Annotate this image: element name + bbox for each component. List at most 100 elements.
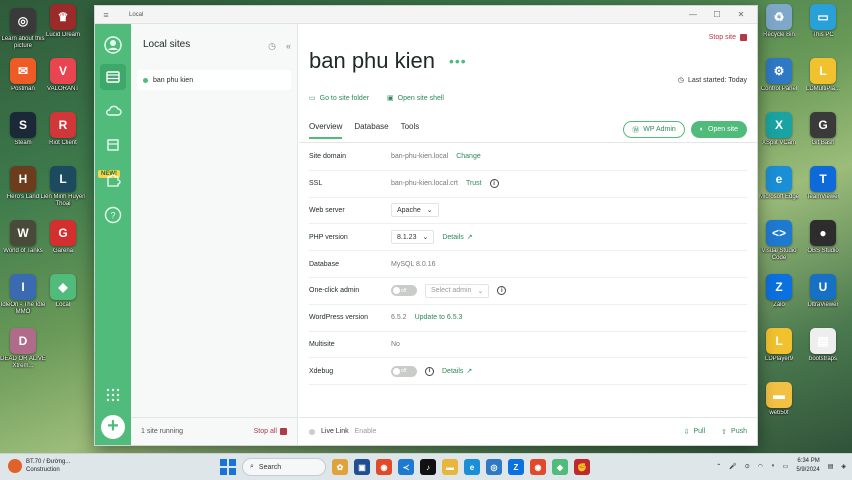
minimize-button[interactable]: — <box>681 6 705 24</box>
desktop-icon[interactable]: L LDMultiPla... <box>800 58 846 93</box>
battery-icon[interactable]: ▭ <box>783 463 789 470</box>
stop-all-button[interactable]: Stop all <box>254 428 287 435</box>
xdebug-toggle[interactable]: off <box>391 365 417 377</box>
xdebug-details-link[interactable]: Details ↗ <box>442 367 472 376</box>
vscode-icon[interactable]: ≺ <box>398 459 414 475</box>
cloud-icon[interactable] <box>102 100 124 122</box>
tab-overview[interactable]: Overview <box>309 122 343 139</box>
desktop-icon[interactable]: X XSplit VCam <box>756 112 802 147</box>
notifications-icon[interactable]: ▤ <box>828 463 834 470</box>
app-icon: V <box>50 58 76 84</box>
sites-icon[interactable] <box>100 64 126 90</box>
desktop-icon[interactable]: ● OBS Studio <box>800 220 846 255</box>
tab-tools[interactable]: Tools <box>401 122 420 139</box>
stop-site-button[interactable]: Stop site <box>709 34 747 41</box>
copilot-icon[interactable]: ◈ <box>841 463 846 470</box>
close-button[interactable]: ✕ <box>729 6 753 24</box>
go-to-site-folder-link[interactable]: ▭ Go to site folder <box>309 94 369 103</box>
maximize-button[interactable]: ☐ <box>705 6 729 24</box>
select-admin-placeholder: Select admin <box>431 287 472 295</box>
wifi-icon[interactable]: ◠ <box>758 463 763 470</box>
pull-button[interactable]: ⇩ Pull <box>684 428 706 436</box>
tiktok-icon[interactable]: ♪ <box>420 459 436 475</box>
taskbar: BT.70 / Đường... Construction ⌕ Search ✿… <box>0 453 852 480</box>
app-icon: Z <box>766 274 792 300</box>
app-icon: D <box>10 328 36 354</box>
volume-icon[interactable]: ◖ <box>771 463 775 469</box>
start-button[interactable] <box>220 459 236 475</box>
riot-client-icon[interactable]: ✊ <box>574 459 590 475</box>
desktop-icon[interactable]: R Riot Client <box>40 112 86 147</box>
microphone-icon[interactable]: 🎤 <box>729 463 736 470</box>
app-icon: ◆ <box>50 274 76 300</box>
blueprint-icon[interactable] <box>102 134 124 156</box>
desktop-icon[interactable]: Z Zalo <box>756 274 802 309</box>
collapse-sidebar-icon[interactable]: « <box>286 41 291 52</box>
desktop-icon[interactable]: L Liên Minh Huyền Thoại <box>40 166 86 208</box>
info-icon[interactable]: i <box>425 366 434 376</box>
local-app-icon[interactable]: ◆ <box>552 459 568 475</box>
desktop-icon[interactable]: <> Visual Studio Code <box>756 220 802 262</box>
trust-ssl-link[interactable]: Trust <box>466 180 482 187</box>
user-icon[interactable] <box>102 34 124 56</box>
desktop-icon[interactable]: ⚙ Control Panel <box>756 58 802 93</box>
history-icon[interactable]: ◷ <box>268 41 276 52</box>
wp-admin-button[interactable]: Ⓦ WP Admin <box>623 121 685 138</box>
desktop-icon-label: web50f <box>769 410 789 416</box>
site-list-item[interactable]: ban phu kien <box>137 70 291 90</box>
desktop-icon[interactable]: ♻ Recycle Bin <box>756 4 802 39</box>
file-explorer-icon[interactable]: ▬ <box>442 459 458 475</box>
addons-puzzle-icon[interactable] <box>102 168 124 190</box>
desktop-icon-label: LDPlayer9 <box>764 356 793 362</box>
desktop-icon[interactable]: ▤ bootstraps <box>800 328 846 363</box>
taskbar-search[interactable]: ⌕ Search <box>242 458 326 476</box>
desktop-icon[interactable]: V VALORANT <box>40 58 86 93</box>
one-click-admin-toggle[interactable]: off <box>391 285 417 297</box>
network-icon[interactable]: ⊙ <box>745 463 750 470</box>
desktop-icon[interactable]: G Git Bash <box>800 112 846 147</box>
chrome-icon[interactable]: ◉ <box>376 459 392 475</box>
web-server-select[interactable]: Apache ⌄ <box>391 203 439 218</box>
desktop-icon[interactable]: U UltraViewer <box>800 274 846 309</box>
camera-app-icon[interactable]: ◎ <box>486 459 502 475</box>
desktop-icon[interactable]: ▬ web50f <box>756 382 802 417</box>
tab-database[interactable]: Database <box>354 122 388 139</box>
edge-icon[interactable]: e <box>464 459 480 475</box>
hamburger-menu-icon[interactable]: ≡ <box>95 10 117 20</box>
change-domain-link[interactable]: Change <box>456 153 481 160</box>
info-icon[interactable]: i <box>497 286 507 296</box>
apps-grid-icon[interactable] <box>102 384 124 406</box>
add-site-button[interactable]: + <box>101 415 125 439</box>
title-bar: ≡ Local — ☐ ✕ <box>95 6 757 24</box>
desktop-icon[interactable]: L LDPlayer9 <box>756 328 802 363</box>
chrome-profile-icon[interactable]: ◉ <box>530 459 546 475</box>
open-site-button[interactable]: ◐ Open site <box>690 121 747 138</box>
update-wordpress-link[interactable]: Update to 6.5.3 <box>415 314 463 321</box>
info-icon[interactable]: i <box>489 179 499 189</box>
push-button[interactable]: ⇧ Push <box>721 428 747 436</box>
desktop-icon-label: Git Bash <box>811 140 835 146</box>
desktop-icon[interactable]: D DEAD OR ALIVE Xtrem... <box>0 328 46 370</box>
desktop-icon[interactable]: e Microsoft Edge <box>756 166 802 201</box>
desktop-icon[interactable]: ♛ Lucid Dream <box>40 4 86 39</box>
php-version-select[interactable]: 8.1.23 ⌄ <box>391 230 435 245</box>
stop-square-icon <box>740 34 747 41</box>
zalo-icon[interactable]: Z <box>508 459 524 475</box>
help-icon[interactable]: ? <box>102 204 124 226</box>
desktop-icon[interactable]: ◆ Local <box>40 274 86 309</box>
chevron-up-icon[interactable]: ⌃ <box>716 463 721 470</box>
enable-live-link-button[interactable]: Enable <box>355 428 377 435</box>
php-details-link[interactable]: Details ↗ <box>442 233 472 242</box>
weather-widget[interactable]: BT.70 / Đường... Construction <box>8 458 70 474</box>
site-overview-table: Site domain ban-phu-kien.local Change SSL… <box>309 144 747 386</box>
select-admin-dropdown[interactable]: Select admin ⌄ <box>425 283 490 298</box>
more-options-icon[interactable]: ••• <box>449 53 467 69</box>
open-site-shell-link[interactable]: ▣ Open site shell <box>387 94 444 103</box>
widgets-app-icon[interactable]: ✿ <box>332 459 348 475</box>
desktop-icon[interactable]: ▭ This PC <box>800 4 846 39</box>
desktop-icon[interactable]: G Garena <box>40 220 86 255</box>
clock[interactable]: 6:34 PM 5/9/2024 <box>796 457 819 475</box>
field-label: SSL <box>309 180 323 188</box>
task-view-icon[interactable]: ▣ <box>354 459 370 475</box>
desktop-icon[interactable]: T TeamViewer <box>800 166 846 201</box>
